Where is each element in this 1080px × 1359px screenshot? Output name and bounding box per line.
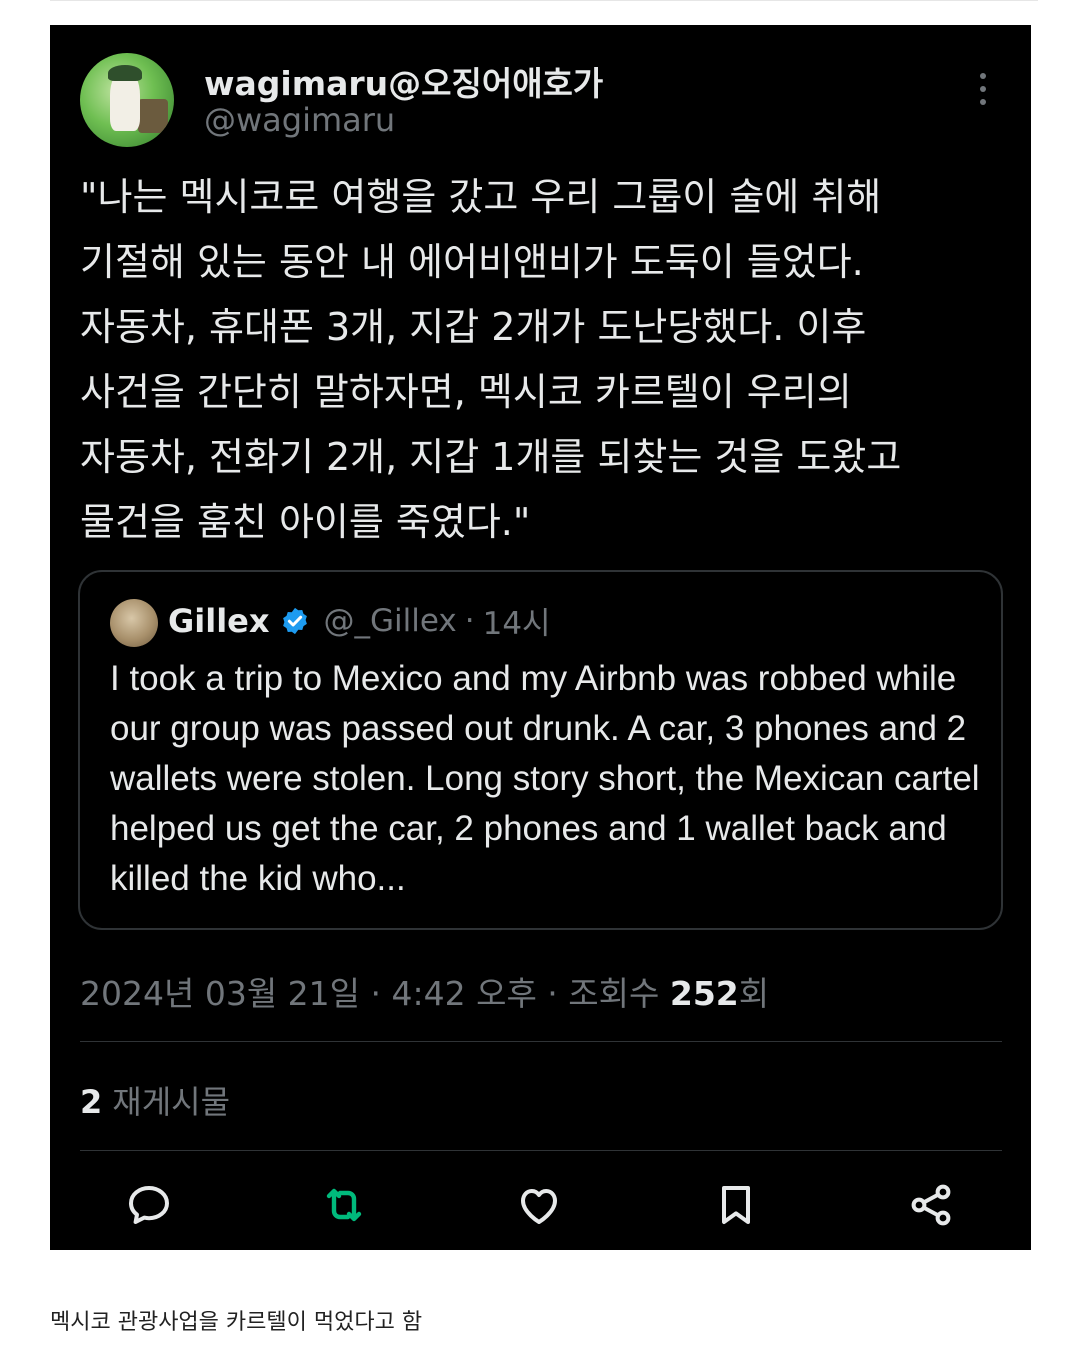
bookmark-icon — [722, 1186, 750, 1224]
display-name[interactable]: wagimaru@오징어애호가 — [204, 57, 603, 105]
reposts-link[interactable]: 2 재게시물 — [80, 1077, 230, 1123]
quote-display-name: Gillex — [168, 601, 270, 640]
quote-time: 14시 — [482, 606, 551, 642]
avatar-box — [138, 99, 168, 133]
views-count: 252 — [669, 974, 739, 1013]
like-button[interactable] — [514, 1180, 564, 1230]
tweet-text: "나는 멕시코로 여행을 갔고 우리 그룹이 술에 취해 기절해 있는 동안 내… — [80, 175, 902, 544]
repost-icon — [326, 1188, 362, 1222]
quote-avatar — [110, 599, 158, 647]
reposts-count: 2 — [80, 1083, 103, 1121]
divider — [80, 1041, 1002, 1042]
share-icon — [911, 1184, 951, 1226]
quoted-tweet[interactable]: Gillex @_Gillex · 14시 I took a trip to M… — [78, 570, 1003, 930]
verified-badge-icon — [282, 607, 307, 634]
bookmark-button[interactable] — [711, 1180, 761, 1230]
views-suffix: 회 — [738, 974, 770, 1013]
repost-button[interactable] — [319, 1180, 369, 1230]
avatar[interactable] — [80, 53, 174, 147]
action-bar — [124, 1180, 964, 1230]
tweet-card: wagimaru@오징어애호가 @wagimaru "나는 멕시코로 여행을 갔… — [50, 25, 1031, 1250]
tweet-meta: 2024년 03월 21일 · 4:42 오후 · 조회수 252회 — [80, 967, 769, 1015]
quote-text: I took a trip to Mexico and my Airbnb wa… — [110, 659, 980, 898]
user-handle[interactable]: @wagimaru — [204, 101, 395, 139]
share-button[interactable] — [906, 1180, 956, 1230]
more-dot-icon — [980, 73, 986, 79]
post-caption: 멕시코 관광사업을 카르텔이 먹었다고 함 — [50, 1310, 423, 1335]
avatar-hat — [108, 65, 142, 81]
reposts-label: 재게시물 — [112, 1083, 231, 1121]
quote-separator: · — [464, 602, 475, 639]
more-dot-icon — [980, 99, 986, 105]
more-dot-icon — [980, 86, 986, 92]
reply-button[interactable] — [124, 1180, 174, 1230]
like-icon — [521, 1189, 557, 1224]
top-divider — [50, 0, 1038, 1]
reply-icon — [129, 1186, 169, 1224]
divider — [80, 1150, 1002, 1151]
quote-handle: @_Gillex — [323, 602, 457, 639]
quote-header: Gillex @_Gillex · 14시 — [168, 598, 551, 643]
tweet-date: 2024년 03월 21일 · 4:42 오후 · 조회수 — [80, 974, 670, 1013]
more-options-button[interactable] — [968, 69, 998, 109]
